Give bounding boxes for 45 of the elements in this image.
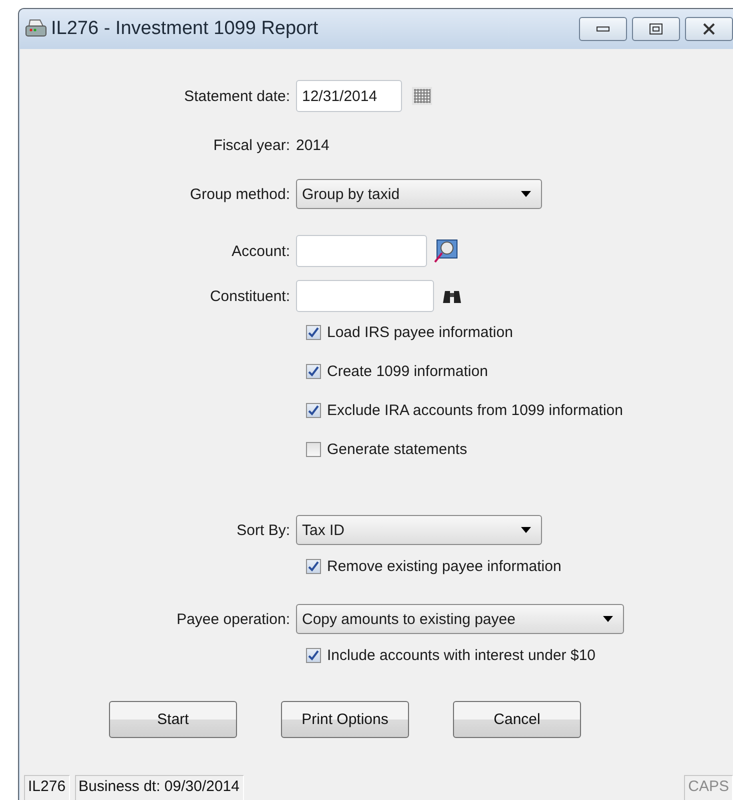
field-label: Group method: — [188, 186, 291, 202]
checkbox[interactable]: Include accounts with interest under $10 — [306, 647, 596, 664]
window-title: IL276 - Investment 1099 Report — [51, 18, 318, 40]
binoculars-icon[interactable] — [442, 288, 462, 304]
checkbox[interactable]: Generate statements — [306, 441, 468, 458]
printer-icon — [25, 19, 47, 39]
field-label: Statement date: — [183, 88, 291, 104]
close-button[interactable] — [685, 17, 733, 41]
dialog-button[interactable]: Cancel — [453, 701, 581, 738]
input-field[interactable] — [296, 280, 434, 312]
field-label: Sort By: — [236, 522, 291, 538]
magnifier-icon[interactable] — [433, 238, 459, 264]
checkbox[interactable]: Load IRS payee information — [306, 324, 513, 341]
caps-indicator: CAPS — [684, 775, 733, 800]
dropdown[interactable]: Group by taxid — [296, 179, 542, 209]
input-field[interactable] — [296, 235, 427, 267]
field-value: 2014 — [296, 136, 330, 154]
dropdown[interactable]: Copy amounts to existing payee — [296, 604, 624, 634]
dropdown-arrow-icon — [521, 191, 531, 197]
dialog-button[interactable]: Print Options — [281, 701, 409, 738]
date-field[interactable]: 12/31/2014 — [296, 80, 402, 112]
calendar-icon[interactable] — [412, 87, 432, 105]
minimize-button[interactable] — [579, 17, 627, 41]
checkmark-icon — [308, 650, 319, 661]
minimize-icon — [596, 26, 610, 32]
checkmark-icon — [308, 405, 319, 416]
field-label: Account: — [230, 242, 291, 260]
status-code: IL276 — [24, 775, 70, 800]
field-label: Constituent: — [208, 288, 291, 304]
checkmark-icon — [308, 561, 319, 572]
field-label: Payee operation: — [176, 610, 291, 628]
dialog-button[interactable]: Start — [109, 701, 237, 738]
dropdown-arrow-icon — [603, 616, 613, 622]
checkbox[interactable]: Create 1099 information — [306, 363, 488, 380]
dropdown[interactable]: Tax ID — [296, 515, 542, 545]
close-icon — [702, 23, 716, 35]
field-label: Fiscal year: — [212, 136, 291, 154]
checkmark-icon — [308, 366, 319, 377]
checkbox[interactable]: Exclude IRA accounts from 1099 information — [306, 402, 623, 419]
dropdown-arrow-icon — [521, 527, 531, 533]
checkmark-icon — [308, 327, 319, 338]
checkbox[interactable]: Remove existing payee information — [306, 558, 562, 575]
maximize-icon — [649, 23, 663, 35]
status-business-date: Business dt: 09/30/2014 — [74, 775, 244, 800]
maximize-button[interactable] — [632, 17, 680, 41]
